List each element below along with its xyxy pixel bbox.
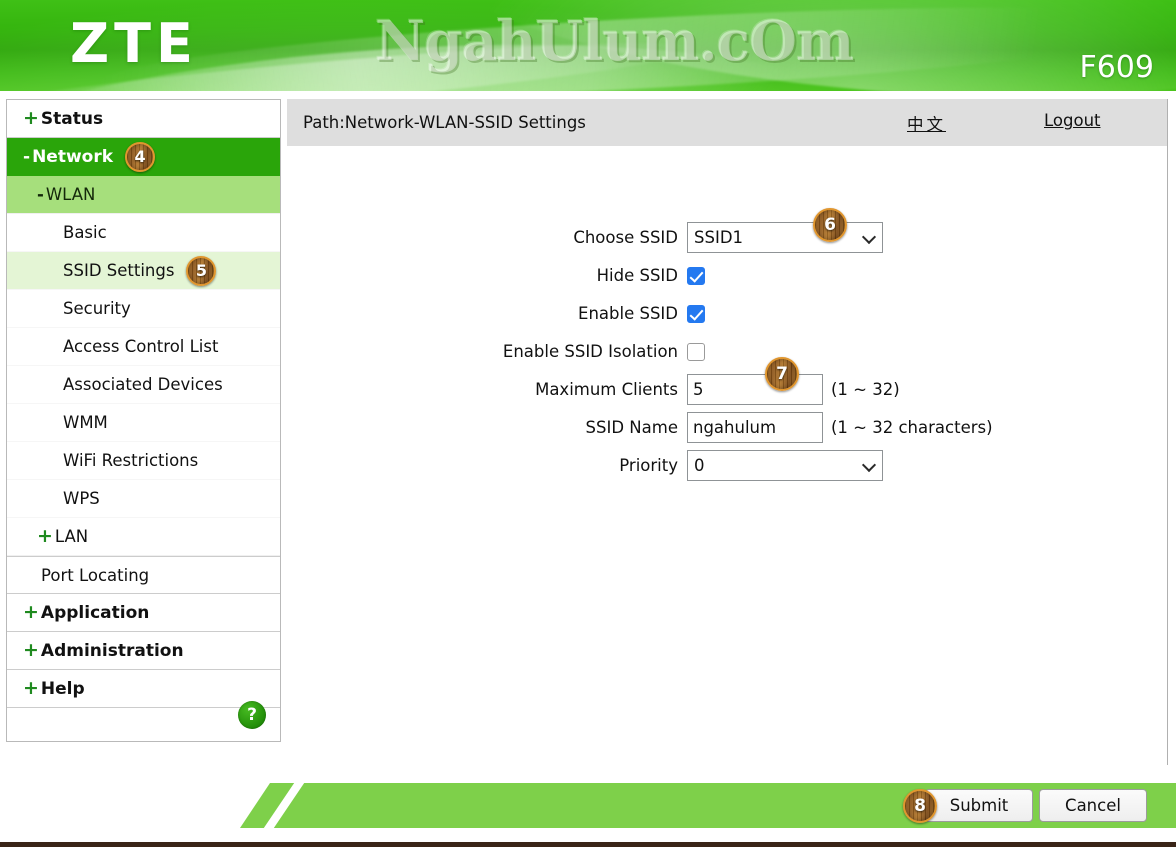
sidebar-item-ssid-settings[interactable]: SSID Settings 5	[7, 252, 280, 290]
hide-ssid-label: Hide SSID	[596, 266, 678, 285]
enable-ssid-isolation-control	[687, 342, 705, 361]
sidebar-item-label: Associated Devices	[63, 375, 223, 394]
choose-ssid-select-wrapper: SSID1SSID2SSID3SSID4	[687, 222, 883, 253]
logout-link[interactable]: Logout	[1044, 111, 1101, 130]
step-badge-5: 5	[186, 255, 217, 286]
hide-ssid-checkbox[interactable]	[687, 266, 705, 285]
field-enable-ssid-isolation: Enable SSID Isolation	[287, 336, 1167, 367]
maximum-clients-label: Maximum Clients	[535, 380, 678, 399]
ssid-settings-form: Choose SSID SSID1SSID2SSID3SSID4 6 Hide …	[287, 146, 1167, 481]
hide-ssid-control	[687, 266, 705, 285]
collapse-icon: -	[37, 185, 44, 204]
language-link[interactable]: 中文	[907, 111, 946, 135]
sidebar-item-label: Port Locating	[41, 565, 150, 585]
sidebar-item-network[interactable]: - Network 4	[7, 138, 280, 176]
sidebar-nav: + Status - Network 4- WLAN Basic SSID Settings 5…	[6, 99, 281, 742]
sidebar-item-list: + Status - Network 4- WLAN Basic SSID Settings 5…	[7, 100, 280, 708]
expand-icon: +	[23, 600, 39, 623]
sidebar-item-application[interactable]: + Application	[7, 594, 280, 632]
sidebar-item-associated-devices[interactable]: Associated Devices	[7, 366, 280, 404]
model-label: F609	[1079, 50, 1154, 85]
sidebar-item-wmm[interactable]: WMM	[7, 404, 280, 442]
content-panel: Path:Network-WLAN-SSID Settings 中文 Logou…	[287, 99, 1168, 765]
cancel-button[interactable]: Cancel	[1039, 789, 1147, 822]
expand-icon: +	[23, 676, 39, 699]
enable-ssid-control	[687, 304, 705, 323]
expand-icon: +	[23, 106, 39, 129]
enable-ssid-label: Enable SSID	[578, 304, 678, 323]
maximum-clients-input[interactable]	[687, 374, 823, 405]
site-watermark: NgahUlum.cOm	[375, 8, 854, 73]
sidebar-item-wlan[interactable]: - WLAN	[7, 176, 280, 214]
step-badge-4: 4	[125, 142, 156, 172]
step-badge-8: 8	[903, 789, 937, 823]
step-badge-6: 6	[813, 208, 847, 242]
sidebar-item-lan[interactable]: + LAN	[7, 518, 280, 556]
sidebar-item-help[interactable]: + Help	[7, 670, 280, 708]
router-admin-page: ZTE NgahUlum.cOm F609 + Status - Network 4- W…	[0, 0, 1176, 847]
enable-ssid-checkbox[interactable]	[687, 304, 705, 323]
priority-select-wrapper: 0123	[687, 450, 883, 481]
sidebar-item-label: SSID Settings	[63, 261, 175, 280]
sidebar-item-status[interactable]: + Status	[7, 100, 280, 138]
sidebar-item-label: Status	[40, 108, 104, 129]
expand-icon: +	[23, 638, 39, 661]
sidebar-item-label: WMM	[63, 413, 108, 432]
sidebar-item-label: Administration	[40, 640, 184, 661]
priority-label: Priority	[619, 456, 678, 475]
submit-button[interactable]: Submit	[925, 789, 1033, 822]
priority-control: 0123	[687, 450, 883, 481]
expand-icon: +	[37, 524, 53, 547]
enable-ssid-isolation-label: Enable SSID Isolation	[502, 342, 678, 361]
sidebar-item-label: Basic	[63, 223, 107, 242]
ssid-name-label: SSID Name	[585, 418, 678, 437]
step-badge-7: 7	[765, 357, 799, 391]
ssid-name-input[interactable]	[687, 412, 823, 443]
sidebar-item-label: Network	[32, 147, 114, 167]
collapse-icon: -	[23, 147, 31, 167]
ssid-name-control: (1 ~ 32 characters)	[687, 412, 993, 443]
sidebar-item-label: Help	[40, 678, 85, 699]
pathbar: Path:Network-WLAN-SSID Settings 中文 Logou…	[287, 99, 1167, 146]
sidebar-item-wifi-restrictions[interactable]: WiFi Restrictions	[7, 442, 280, 480]
sidebar-item-administration[interactable]: + Administration	[7, 632, 280, 670]
enable-ssid-isolation-checkbox[interactable]	[687, 342, 705, 361]
sidebar-item-label: WPS	[63, 489, 100, 508]
zte-logo: ZTE	[70, 12, 198, 75]
footer-green-bar	[240, 783, 1176, 828]
page-header-banner: ZTE NgahUlum.cOm F609	[0, 0, 1176, 91]
help-icon[interactable]: ?	[238, 701, 266, 729]
sidebar-item-access-control-list[interactable]: Access Control List	[7, 328, 280, 366]
breadcrumb: Path:Network-WLAN-SSID Settings	[303, 113, 586, 132]
choose-ssid-select[interactable]: SSID1SSID2SSID3SSID4	[687, 222, 883, 253]
field-ssid-name: SSID Name (1 ~ 32 characters)	[287, 412, 1167, 443]
sidebar-item-port-locating[interactable]: Port Locating	[7, 556, 280, 594]
maximum-clients-control: (1 ~ 32) 7	[687, 357, 900, 405]
sidebar-item-label: Access Control List	[63, 337, 219, 356]
sidebar-item-label: WLAN	[45, 185, 96, 204]
sidebar-item-label: Security	[63, 299, 131, 318]
sidebar-item-label: LAN	[54, 527, 89, 546]
priority-select[interactable]: 0123	[687, 450, 883, 481]
field-priority: Priority 0123	[287, 450, 1167, 481]
sidebar-item-label: Application	[40, 602, 150, 623]
choose-ssid-label: Choose SSID	[573, 228, 678, 247]
choose-ssid-control: SSID1SSID2SSID3SSID4 6	[687, 208, 883, 253]
field-choose-ssid: Choose SSID SSID1SSID2SSID3SSID4 6	[287, 208, 1167, 253]
field-enable-ssid: Enable SSID	[287, 298, 1167, 329]
ssid-name-hint: (1 ~ 32 characters)	[831, 418, 993, 437]
sidebar-item-wps[interactable]: WPS	[7, 480, 280, 518]
sidebar-item-label: WiFi Restrictions	[63, 451, 199, 470]
page-footer: 8 Submit Cancel	[0, 775, 1176, 837]
sidebar-item-security[interactable]: Security	[7, 290, 280, 328]
maximum-clients-hint: (1 ~ 32)	[831, 380, 900, 399]
sidebar-item-basic[interactable]: Basic	[7, 214, 280, 252]
field-maximum-clients: Maximum Clients (1 ~ 32) 7	[287, 357, 1167, 405]
field-hide-ssid: Hide SSID	[287, 260, 1167, 291]
